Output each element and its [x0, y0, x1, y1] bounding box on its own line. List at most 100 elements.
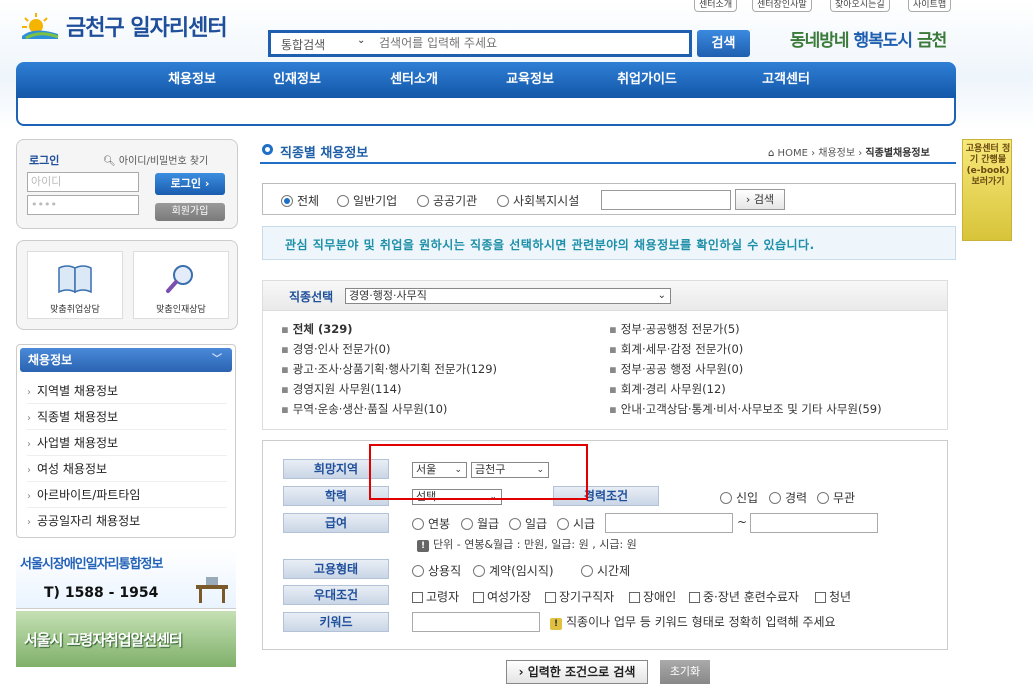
type-regular[interactable]: 상용직 — [412, 562, 461, 579]
salary-annual[interactable]: 연봉 — [412, 515, 450, 532]
chevron-right-icon: › — [27, 517, 31, 528]
search-button[interactable]: 검색 — [697, 30, 750, 57]
keyword-note: ! 직종이나 업무 등 키워드 형태로 정확히 입력해 주세요 — [550, 613, 836, 630]
career-any[interactable]: 무관 — [817, 489, 855, 506]
occupation-item[interactable]: ▪ 정부·공공행정 전문가(5) — [609, 321, 740, 337]
nav-education[interactable]: 교육정보 — [471, 62, 589, 98]
checkbox[interactable] — [473, 592, 484, 603]
title-divider — [260, 162, 956, 164]
radio-unchecked[interactable] — [509, 518, 521, 530]
occupation-item[interactable]: ▪ 안내·고객상담·통계·비서·사무보조 및 기타 사무원(59) — [609, 401, 882, 417]
filter-public-org[interactable]: 공공기관 — [417, 192, 477, 209]
radio-unchecked[interactable] — [769, 492, 781, 504]
org-type-filter: 전체 일반기업 공공기관 사회복지시설 › 검색 — [262, 183, 956, 215]
filter-welfare[interactable]: 사회복지시설 — [497, 192, 579, 209]
pref-female-head[interactable]: 여성가장 — [473, 588, 531, 605]
site-logo-text[interactable]: 금천구 일자리센터 — [66, 10, 228, 42]
occupation-item[interactable]: ▪ 회계·세무·감정 전문가(0) — [609, 341, 743, 357]
slogan-part-a: 동네방네 — [790, 31, 854, 51]
filter-company[interactable]: 일반기업 — [337, 192, 397, 209]
find-account-link[interactable]: 🔍︎ 아이디/비밀번호 찾기 — [103, 152, 208, 167]
nav-jobs[interactable]: 채용정보 — [133, 62, 251, 98]
occupation-item[interactable]: ▪ 회계·경리 사무원(12) — [609, 381, 726, 397]
checkbox[interactable] — [412, 592, 423, 603]
checkbox[interactable] — [545, 592, 556, 603]
salary-range-separator: ~ — [737, 515, 748, 529]
search-input[interactable] — [379, 36, 679, 50]
checkbox[interactable] — [815, 592, 826, 603]
toplink-center-intro[interactable]: 센터소개 — [694, 0, 738, 12]
checkbox[interactable] — [689, 592, 700, 603]
salary-daily[interactable]: 일급 — [509, 515, 547, 532]
toplink-directions[interactable]: 찾아오시는길 — [830, 0, 890, 12]
radio-unchecked[interactable] — [497, 195, 509, 207]
logo-sun-icon[interactable] — [20, 12, 60, 40]
search-submit-button[interactable]: › 입력한 조건으로 검색 — [506, 660, 648, 684]
ebook-text: 고용센터 정기 간행물 (e-book) 보러가기 — [965, 144, 1011, 187]
pref-long-term-seeker[interactable]: 장기구직자 — [545, 588, 614, 605]
occupation-item[interactable]: ▪ 무역·운송·생산·품질 사무원(10) — [281, 401, 447, 417]
occupation-item[interactable]: ▪ 전체 (329) — [281, 321, 352, 337]
pref-youth[interactable]: 청년 — [815, 588, 851, 605]
radio-unchecked[interactable] — [817, 492, 829, 504]
salary-min-input[interactable] — [605, 513, 733, 533]
radio-unchecked[interactable] — [412, 565, 424, 577]
reset-button[interactable]: 초기화 — [660, 660, 710, 684]
type-part-time[interactable]: 시간제 — [581, 562, 630, 579]
sidebar-item-regional[interactable]: › 지역별 채용정보 — [27, 378, 227, 404]
filter-keyword-input[interactable] — [601, 190, 731, 210]
sidebar-item-women[interactable]: › 여성 채용정보 — [27, 456, 227, 482]
occupation-item[interactable]: ▪ 경영지원 사무원(114) — [281, 381, 401, 397]
radio-unchecked[interactable] — [720, 492, 732, 504]
salary-hourly[interactable]: 시급 — [557, 515, 595, 532]
sidebar-item-by-occupation[interactable]: › 직종별 채용정보 — [27, 404, 227, 430]
pref-senior[interactable]: 고령자 — [412, 588, 459, 605]
toplink-sitemap[interactable]: 사이트맵 — [908, 0, 952, 12]
salary-monthly[interactable]: 월급 — [461, 515, 499, 532]
sidebar-item-by-business[interactable]: › 사업별 채용정보 — [27, 430, 227, 456]
breadcrumb-jobs[interactable]: 채용정보 — [818, 148, 855, 159]
checkbox[interactable] — [629, 592, 640, 603]
occupation-item[interactable]: ▪ 광고·조사·상품기획·행사기획 전문가(129) — [281, 361, 497, 377]
sidebar-title[interactable]: 채용정보 ﹀ — [20, 348, 232, 372]
ebook-banner[interactable]: 고용센터 정기 간행물 (e-book) 보러가기 — [962, 139, 1012, 241]
occupation-item[interactable]: ▪ 경영·인사 전문가(0) — [281, 341, 390, 357]
radio-unchecked[interactable] — [412, 518, 424, 530]
career-new[interactable]: 신입 — [720, 489, 758, 506]
filter-all[interactable]: 전체 — [281, 192, 319, 209]
seoul-disability-banner[interactable]: 서울시장애인일자리통합정보 T) 1588 - 1954 — [16, 549, 236, 609]
radio-unchecked[interactable] — [557, 518, 569, 530]
nav-customer-center[interactable]: 고객센터 — [727, 62, 845, 98]
type-contract[interactable]: 계약(임시직) — [473, 562, 554, 579]
job-consult-button[interactable]: 맞춤취업상담 — [27, 251, 123, 319]
pref-disabled[interactable]: 장애인 — [629, 588, 676, 605]
salary-max-input[interactable] — [750, 513, 878, 533]
breadcrumb-home[interactable]: HOME — [778, 148, 808, 159]
password-input[interactable]: •••• — [27, 195, 139, 215]
career-experienced[interactable]: 경력 — [769, 489, 807, 506]
radio-checked[interactable] — [281, 195, 293, 207]
nav-talent[interactable]: 인재정보 — [238, 62, 356, 98]
senior-employment-banner[interactable]: 서울시 고령자취업알선센터 — [16, 611, 236, 667]
consult-panel: 맞춤취업상담 맞춤인재상담 — [16, 240, 238, 330]
sidebar-item-part-time[interactable]: › 아르바이트/파트타임 — [27, 482, 227, 508]
keyword-input[interactable] — [412, 612, 540, 632]
nav-center[interactable]: 센터소개 — [355, 62, 473, 98]
chevron-right-icon: › — [27, 491, 31, 502]
occupation-select[interactable]: 경영·행정·사무직 ⌄ — [345, 288, 671, 304]
filter-search-button[interactable]: › 검색 — [735, 189, 785, 210]
occupation-item[interactable]: ▪ 정부·공공 행정 사무원(0) — [609, 361, 743, 377]
radio-unchecked[interactable] — [417, 195, 429, 207]
radio-unchecked[interactable] — [581, 565, 593, 577]
id-input[interactable]: 아이디 — [27, 172, 139, 192]
radio-unchecked[interactable] — [337, 195, 349, 207]
pref-middle-aged-trainee[interactable]: 중·장년 훈련수료자 — [689, 588, 799, 605]
toplink-greeting[interactable]: 센터장인사말 — [752, 0, 812, 12]
login-button[interactable]: 로그인 › — [155, 173, 225, 195]
join-button[interactable]: 회원가입 — [155, 203, 225, 221]
radio-unchecked[interactable] — [461, 518, 473, 530]
talent-consult-button[interactable]: 맞춤인재상담 — [133, 251, 229, 319]
nav-career-guide[interactable]: 취업가이드 — [588, 62, 706, 98]
radio-unchecked[interactable] — [473, 565, 485, 577]
sidebar-item-public[interactable]: › 공공일자리 채용정보 — [27, 508, 227, 534]
